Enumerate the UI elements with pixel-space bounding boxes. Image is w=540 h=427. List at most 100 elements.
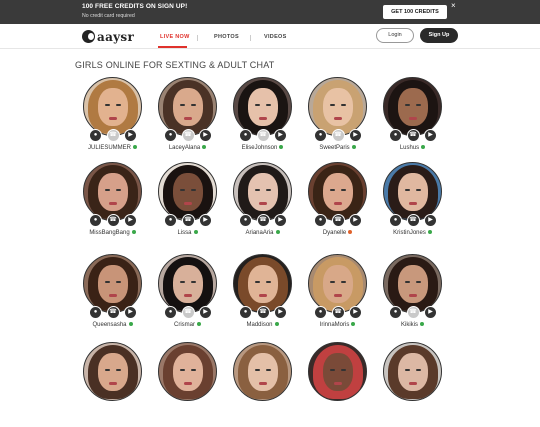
model-avatar[interactable] [383,254,442,313]
model-avatar[interactable] [233,162,292,221]
chat-icon[interactable]: ● [89,306,102,319]
model-avatar[interactable] [383,162,442,221]
model-avatar[interactable] [383,342,442,401]
model-name[interactable]: IrinnaMoris [300,322,375,328]
model-card[interactable]: ● ☎ ▶ Crismar [150,254,225,339]
phone-icon[interactable]: ☎ [406,306,420,319]
model-avatar[interactable] [158,77,217,136]
model-avatar[interactable] [308,77,367,136]
phone-icon[interactable]: ☎ [106,306,120,319]
phone-icon[interactable]: ☎ [106,214,120,227]
model-avatar[interactable] [308,162,367,221]
chat-icon[interactable]: ● [164,129,177,142]
model-avatar[interactable] [233,77,292,136]
video-icon[interactable]: ▶ [199,214,212,227]
chat-icon[interactable]: ● [314,306,327,319]
model-card[interactable] [75,342,150,427]
phone-icon[interactable]: ☎ [331,129,345,142]
model-name[interactable]: Dyanelle [300,230,375,236]
nav-link-photos[interactable]: PHOTOS [214,34,239,40]
model-avatar[interactable] [308,342,367,401]
video-icon[interactable]: ▶ [424,214,437,227]
model-avatar[interactable] [308,254,367,313]
chat-icon[interactable]: ● [389,129,402,142]
video-icon[interactable]: ▶ [274,306,287,319]
video-icon[interactable]: ▶ [424,129,437,142]
video-icon[interactable]: ▶ [274,129,287,142]
model-card[interactable]: ● ☎ ▶ Maddison [225,254,300,339]
model-card[interactable]: ● ☎ ▶ MissBangBang [75,162,150,247]
model-name[interactable]: JULIESUMMER [75,145,150,151]
chat-icon[interactable]: ● [239,306,252,319]
chat-icon[interactable]: ● [164,214,177,227]
chat-icon[interactable]: ● [314,214,327,227]
video-icon[interactable]: ▶ [274,214,287,227]
model-card[interactable]: ● ☎ ▶ SweetParis [300,77,375,162]
chat-icon[interactable]: ● [89,214,102,227]
model-name[interactable]: MissBangBang [75,230,150,236]
nav-link-live-now[interactable]: LIVE NOW [160,34,190,40]
model-avatar[interactable] [158,342,217,401]
video-icon[interactable]: ▶ [124,129,137,142]
model-name[interactable]: ArianaAria [225,230,300,236]
model-card[interactable] [225,342,300,427]
chat-icon[interactable]: ● [164,306,177,319]
model-name[interactable]: Crismar [150,322,225,328]
model-card[interactable]: ● ☎ ▶ Lissa [150,162,225,247]
phone-icon[interactable]: ☎ [406,129,420,142]
phone-icon[interactable]: ☎ [181,306,195,319]
chat-icon[interactable]: ● [389,306,402,319]
video-icon[interactable]: ▶ [349,129,362,142]
chat-icon[interactable]: ● [239,214,252,227]
model-avatar[interactable] [233,342,292,401]
model-card[interactable]: ● ☎ ▶ EliseJohnson [225,77,300,162]
model-name[interactable]: SweetParis [300,145,375,151]
model-name[interactable]: KristinJones [375,230,450,236]
model-card[interactable]: ● ☎ ▶ ArianaAria [225,162,300,247]
model-card[interactable]: ● ☎ ▶ Queensasha [75,254,150,339]
model-avatar[interactable] [83,77,142,136]
chat-icon[interactable]: ● [89,129,102,142]
model-card[interactable]: ● ☎ ▶ JULIESUMMER [75,77,150,162]
model-card[interactable]: ● ☎ ▶ KristinJones [375,162,450,247]
phone-icon[interactable]: ☎ [106,129,120,142]
get-credits-button[interactable]: GET 100 CREDITS [383,5,447,19]
phone-icon[interactable]: ☎ [406,214,420,227]
model-name[interactable]: Lissa [150,230,225,236]
phone-icon[interactable]: ☎ [181,129,195,142]
logo[interactable]: aaysr [82,29,134,44]
video-icon[interactable]: ▶ [199,129,212,142]
phone-icon[interactable]: ☎ [331,214,345,227]
model-card[interactable]: ● ☎ ▶ Lushus [375,77,450,162]
chat-icon[interactable]: ● [239,129,252,142]
video-icon[interactable]: ▶ [124,306,137,319]
phone-icon[interactable]: ☎ [181,214,195,227]
model-avatar[interactable] [233,254,292,313]
model-name[interactable]: Lushus [375,145,450,151]
model-avatar[interactable] [383,77,442,136]
model-avatar[interactable] [158,254,217,313]
chat-icon[interactable]: ● [389,214,402,227]
model-card[interactable]: ● ☎ ▶ Kikikis [375,254,450,339]
video-icon[interactable]: ▶ [424,306,437,319]
video-icon[interactable]: ▶ [349,214,362,227]
video-icon[interactable]: ▶ [349,306,362,319]
phone-icon[interactable]: ☎ [331,306,345,319]
model-card[interactable]: ● ☎ ▶ Dyanelle [300,162,375,247]
model-name[interactable]: LaceyAlana [150,145,225,151]
video-icon[interactable]: ▶ [199,306,212,319]
model-avatar[interactable] [83,342,142,401]
model-card[interactable]: ● ☎ ▶ LaceyAlana [150,77,225,162]
model-avatar[interactable] [83,254,142,313]
model-name[interactable]: Queensasha [75,322,150,328]
close-icon[interactable]: × [451,1,456,10]
phone-icon[interactable]: ☎ [256,306,270,319]
model-card[interactable] [150,342,225,427]
model-avatar[interactable] [83,162,142,221]
signup-button[interactable]: Sign Up [420,28,458,43]
login-button[interactable]: Login [376,28,414,43]
phone-icon[interactable]: ☎ [256,129,270,142]
model-name[interactable]: EliseJohnson [225,145,300,151]
model-avatar[interactable] [158,162,217,221]
model-card[interactable] [375,342,450,427]
